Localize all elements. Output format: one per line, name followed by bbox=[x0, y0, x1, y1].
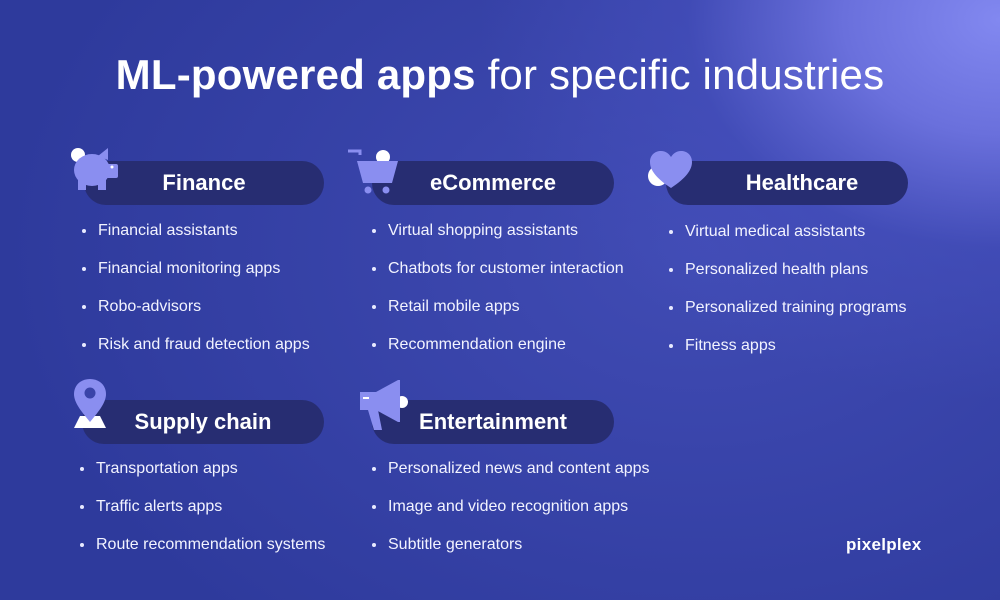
list-item: Virtual shopping assistants bbox=[372, 212, 624, 250]
list-item: Financial assistants bbox=[82, 212, 310, 250]
list-item: Virtual medical assistants bbox=[669, 213, 906, 251]
list-item: Personalized training programs bbox=[669, 289, 906, 327]
brand-logo: pixelplex bbox=[846, 535, 922, 554]
list-item: Recommendation engine bbox=[372, 326, 624, 364]
list-item: Traffic alerts apps bbox=[80, 488, 325, 526]
list-item: Personalized health plans bbox=[669, 251, 906, 289]
heart-icon bbox=[648, 151, 692, 188]
list-item: Route recommendation systems bbox=[80, 526, 325, 564]
industry-name: Finance bbox=[162, 170, 246, 195]
industry-pill: eCommerce bbox=[372, 161, 614, 205]
list-item: Risk and fraud detection apps bbox=[82, 326, 310, 364]
industry-name: Supply chain bbox=[134, 409, 272, 434]
industry-name: Entertainment bbox=[419, 409, 567, 434]
industry-items: Financial assistants Financial monitorin… bbox=[82, 212, 310, 364]
list-item: Image and video recognition apps bbox=[372, 488, 650, 526]
title-bold: ML-powered apps bbox=[115, 51, 476, 98]
industry-pill: Healthcare bbox=[666, 161, 908, 205]
list-item: Retail mobile apps bbox=[372, 288, 624, 326]
piggy-bank-icon bbox=[71, 148, 118, 190]
page-title: ML-powered apps for specific industries bbox=[0, 50, 1000, 100]
list-item: Robo-advisors bbox=[82, 288, 310, 326]
map-pin-icon bbox=[74, 379, 106, 428]
industry-items: Transportation apps Traffic alerts apps … bbox=[80, 450, 325, 564]
shopping-cart-icon bbox=[348, 149, 398, 194]
list-item: Subtitle generators bbox=[372, 526, 650, 564]
list-item: Chatbots for customer interaction bbox=[372, 250, 624, 288]
industry-items: Virtual medical assistants Personalized … bbox=[669, 213, 906, 365]
list-item: Financial monitoring apps bbox=[82, 250, 310, 288]
industry-name: Healthcare bbox=[745, 170, 859, 195]
list-item: Fitness apps bbox=[669, 327, 906, 365]
list-item: Transportation apps bbox=[80, 450, 325, 488]
industry-items: Virtual shopping assistants Chatbots for… bbox=[372, 212, 624, 364]
industry-pill: Supply chain bbox=[82, 400, 324, 444]
megaphone-icon bbox=[360, 380, 408, 430]
industry-items: Personalized news and content apps Image… bbox=[372, 450, 650, 564]
title-light: for specific industries bbox=[487, 51, 885, 98]
industry-name: eCommerce bbox=[430, 170, 556, 195]
list-item: Personalized news and content apps bbox=[372, 450, 650, 488]
